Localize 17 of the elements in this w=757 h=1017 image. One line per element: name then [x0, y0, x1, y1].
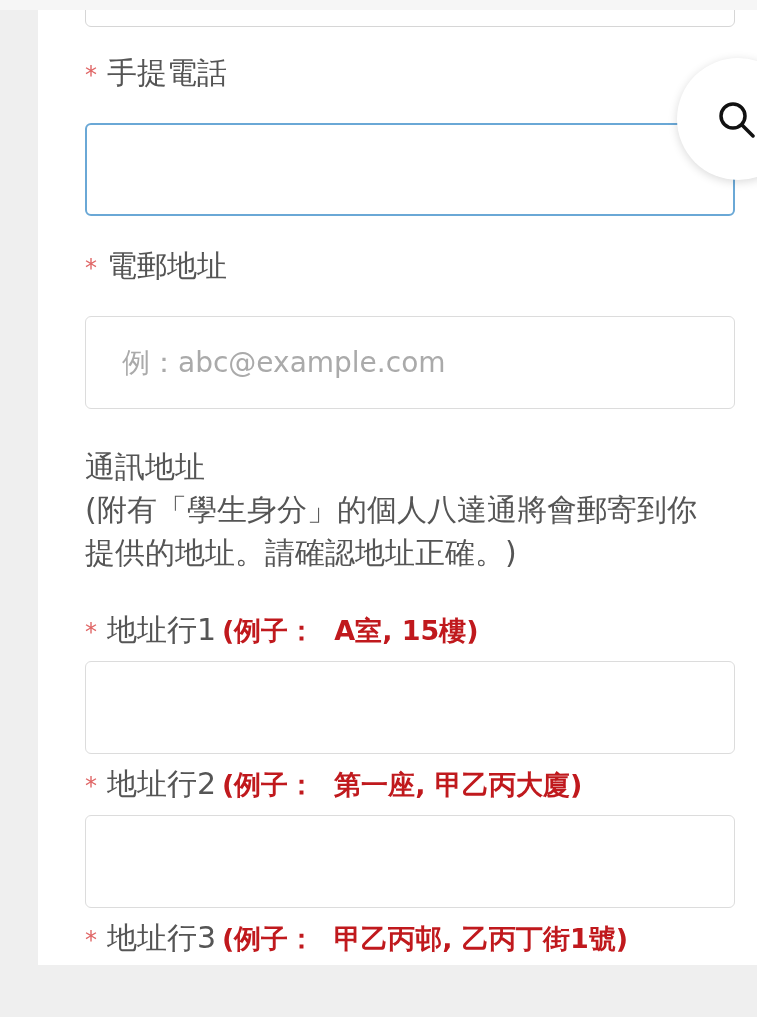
- required-asterisk: *: [85, 774, 97, 798]
- field-label: 電郵地址: [107, 247, 227, 285]
- required-asterisk: *: [85, 928, 97, 952]
- required-asterisk: *: [85, 256, 97, 280]
- input-field[interactable]: [85, 123, 735, 216]
- hint-text: (例子： A室, 15樓): [222, 614, 479, 648]
- field-label: 地址行2: [107, 765, 217, 803]
- hint-text: (例子： 第一座, 甲乙丙大廈): [222, 768, 583, 802]
- section-title: 通訊地址: [85, 448, 206, 486]
- field-label: 手提電話: [107, 54, 227, 92]
- hint-text: (例子： 甲乙丙邨, 乙丙丁街1號): [222, 922, 629, 956]
- required-asterisk: *: [85, 620, 97, 644]
- search-icon: [717, 100, 755, 138]
- required-asterisk: *: [85, 63, 97, 87]
- field-label: 地址行1: [107, 611, 217, 649]
- field-label: 地址行3: [107, 919, 217, 957]
- address-note: (附有「學生身分」的個人八達通將會郵寄到你提供的地址。請確認地址正確。): [85, 491, 698, 572]
